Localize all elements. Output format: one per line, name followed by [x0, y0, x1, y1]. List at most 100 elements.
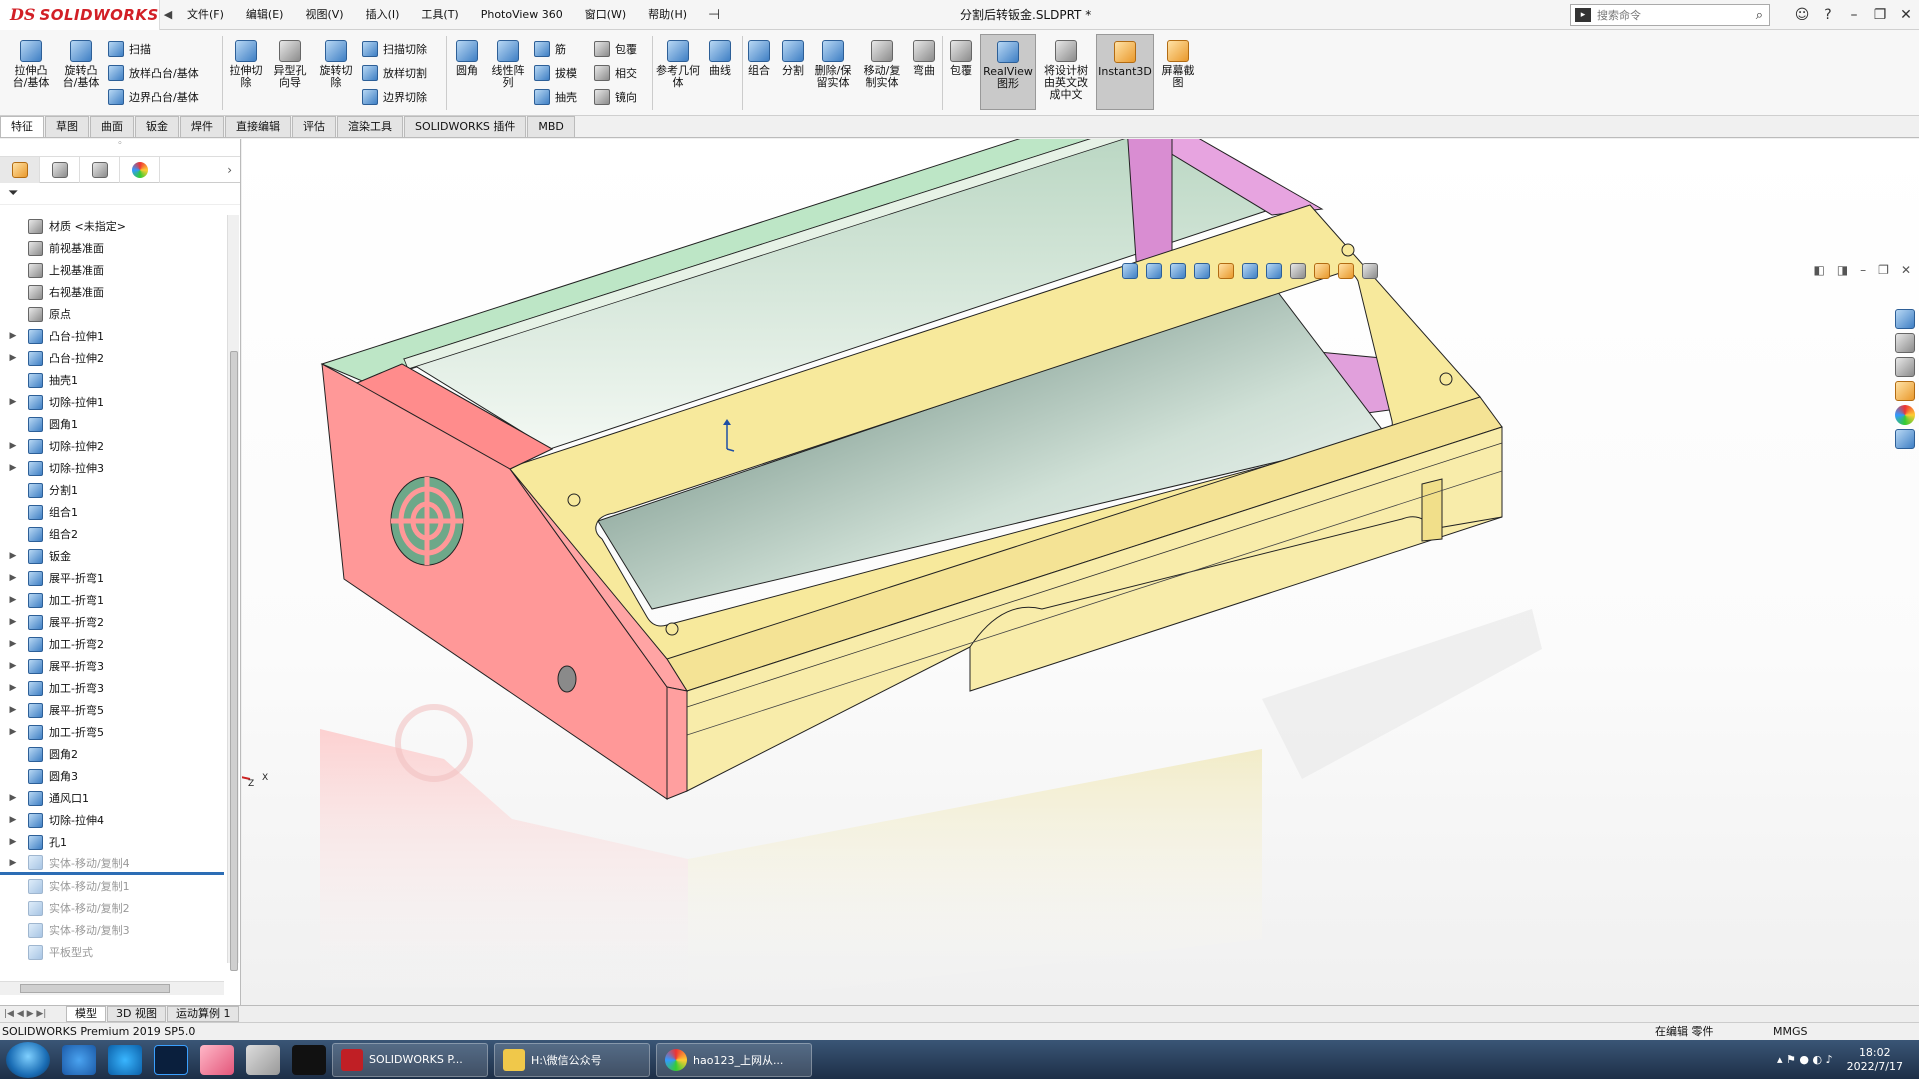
menu-window[interactable]: 窗口(W): [574, 0, 637, 30]
viewport-close-icon[interactable]: ✕: [1901, 263, 1911, 277]
expand-icon[interactable]: ▶: [6, 441, 20, 451]
ref-geometry-button[interactable]: 参考几何体: [656, 40, 700, 89]
tab-addins[interactable]: SOLIDWORKS 插件: [404, 116, 527, 137]
menu-file[interactable]: 文件(F): [176, 0, 235, 30]
tree-item[interactable]: 材质 <未指定>: [0, 215, 224, 237]
tree-item[interactable]: 抽壳1: [0, 369, 224, 391]
tree-item[interactable]: 上视基准面: [0, 259, 224, 281]
search-input[interactable]: ▸ 搜索命令 ⌕: [1570, 4, 1770, 26]
tree-item[interactable]: 右视基准面: [0, 281, 224, 303]
edit-appearance-icon[interactable]: [1314, 263, 1330, 279]
tray-icons[interactable]: ▴ ⚑ ● ◐ ♪: [1777, 1053, 1833, 1066]
sweep-button[interactable]: 扫描: [108, 38, 151, 60]
menu-view[interactable]: 视图(V): [294, 0, 354, 30]
tree-item[interactable]: 前视基准面: [0, 237, 224, 259]
expand-icon[interactable]: ▶: [6, 397, 20, 407]
boundary-cut-button[interactable]: 边界切除: [362, 86, 427, 108]
tree-item[interactable]: 组合1: [0, 501, 224, 523]
design-library-icon[interactable]: [1895, 333, 1915, 353]
expand-icon[interactable]: ▶: [6, 353, 20, 363]
revolve-cut-button[interactable]: 旋转切除: [316, 40, 356, 89]
expand-icon[interactable]: ▶: [6, 727, 20, 737]
split-button[interactable]: 分割: [778, 40, 808, 77]
tab-motion-study[interactable]: 运动算例 1: [166, 1006, 240, 1022]
view-palette-icon[interactable]: [1895, 381, 1915, 401]
tree-item[interactable]: ▶ 加工-折弯5: [0, 721, 224, 743]
tree-item[interactable]: ▶ 孔1: [0, 831, 224, 853]
taskbar-task-folder[interactable]: H:\微信公众号: [494, 1042, 650, 1077]
realview-button[interactable]: RealView图形: [980, 34, 1036, 110]
tree-item[interactable]: 分割1: [0, 479, 224, 501]
tree-item[interactable]: ▶ 凸台-拉伸1: [0, 325, 224, 347]
tree-item[interactable]: 圆角2: [0, 743, 224, 765]
viewport-minimize-icon[interactable]: –: [1860, 263, 1866, 277]
menu-photoview[interactable]: PhotoView 360: [470, 0, 574, 30]
tab-scroll-arrows[interactable]: |◀ ◀ ▶ ▶|: [0, 1009, 66, 1019]
delete-keep-body-button[interactable]: 删除/保留实体: [812, 40, 854, 89]
combine-button[interactable]: 组合: [744, 40, 774, 77]
tab-3d-view[interactable]: 3D 视图: [107, 1006, 166, 1022]
tools-app-icon[interactable]: [246, 1044, 280, 1075]
next-doc-icon[interactable]: ◨: [1837, 263, 1848, 277]
media-app-icon[interactable]: [200, 1044, 234, 1075]
photoshop-icon[interactable]: [154, 1044, 188, 1075]
wrap2-button[interactable]: 包覆: [946, 40, 976, 77]
tree-item[interactable]: ▶ 展平-折弯5: [0, 699, 224, 721]
instant3d-button[interactable]: Instant3D: [1096, 34, 1154, 110]
tab-sketch[interactable]: 草图: [45, 116, 89, 137]
tree-item[interactable]: ▶ 凸台-拉伸2: [0, 347, 224, 369]
search-icon[interactable]: ⌕: [1756, 8, 1763, 23]
section-view-icon[interactable]: [1194, 263, 1210, 279]
previous-view-icon[interactable]: [1170, 263, 1186, 279]
tab-surfaces[interactable]: 曲面: [90, 116, 134, 137]
expand-icon[interactable]: ▶: [6, 573, 20, 583]
menu-tools[interactable]: 工具(T): [410, 0, 469, 30]
tree-item[interactable]: ▶ 通风口1: [0, 787, 224, 809]
tree-filter[interactable]: ⏷: [0, 183, 240, 205]
intersect-button[interactable]: 相交: [594, 62, 637, 84]
expand-icon[interactable]: ▶: [6, 793, 20, 803]
expand-icon[interactable]: ▶: [6, 595, 20, 605]
tree-item[interactable]: ▶ 实体-移动/复制4: [0, 853, 224, 875]
tree-item[interactable]: 圆角3: [0, 765, 224, 787]
tree-item[interactable]: ▶ 加工-折弯2: [0, 633, 224, 655]
wrap-button[interactable]: 包覆: [594, 38, 637, 60]
tree-item[interactable]: ▶ 切除-拉伸4: [0, 809, 224, 831]
file-explorer-icon[interactable]: [1895, 357, 1915, 377]
unit-system[interactable]: MMGS: [1773, 1023, 1808, 1041]
pin-icon[interactable]: ⊣: [698, 7, 730, 23]
extrude-boss-button[interactable]: 拉伸凸台/基体: [8, 40, 54, 89]
scroll-thumb[interactable]: [230, 351, 238, 971]
draft-button[interactable]: 拔模: [534, 62, 577, 84]
hide-show-items-icon[interactable]: [1290, 263, 1306, 279]
ok-app-icon[interactable]: [292, 1044, 326, 1075]
cloud-app-icon[interactable]: [62, 1044, 96, 1075]
menu-insert[interactable]: 插入(I): [355, 0, 411, 30]
expand-icon[interactable]: ▶: [6, 331, 20, 341]
clock[interactable]: 18:02 2022/7/17: [1847, 1046, 1903, 1074]
graphics-area[interactable]: ◧ ◨ – ❐ ✕ X Z: [242, 139, 1919, 1005]
prev-doc-icon[interactable]: ◧: [1813, 263, 1824, 277]
curves-button[interactable]: 曲线: [702, 40, 738, 77]
loft-boss-button[interactable]: 放样凸台/基体: [108, 62, 199, 84]
move-copy-body-button[interactable]: 移动/复制实体: [860, 40, 904, 89]
tree-item[interactable]: 原点: [0, 303, 224, 325]
zoom-area-icon[interactable]: [1146, 263, 1162, 279]
tree-horizontal-scrollbar[interactable]: [0, 981, 224, 995]
tree-item[interactable]: ▶ 加工-折弯1: [0, 589, 224, 611]
menu-edit[interactable]: 编辑(E): [235, 0, 295, 30]
tree-item[interactable]: 组合2: [0, 523, 224, 545]
start-button[interactable]: [6, 1041, 50, 1078]
tab-render-tools[interactable]: 渲染工具: [337, 116, 403, 137]
tab-sheet-metal[interactable]: 钣金: [135, 116, 179, 137]
apply-scene-icon[interactable]: [1338, 263, 1354, 279]
lofted-cut-button[interactable]: 放样切割: [362, 62, 427, 84]
featuremanager-tab[interactable]: [0, 156, 40, 183]
expand-icon[interactable]: ▶: [6, 858, 20, 868]
shell-button[interactable]: 抽壳: [534, 86, 577, 108]
revolve-boss-button[interactable]: 旋转凸台/基体: [58, 40, 104, 89]
extrude-cut-button[interactable]: 拉伸切除: [226, 40, 266, 89]
view-settings-icon[interactable]: [1362, 263, 1378, 279]
expand-icon[interactable]: ▶: [6, 815, 20, 825]
tree-item[interactable]: ▶ 加工-折弯3: [0, 677, 224, 699]
